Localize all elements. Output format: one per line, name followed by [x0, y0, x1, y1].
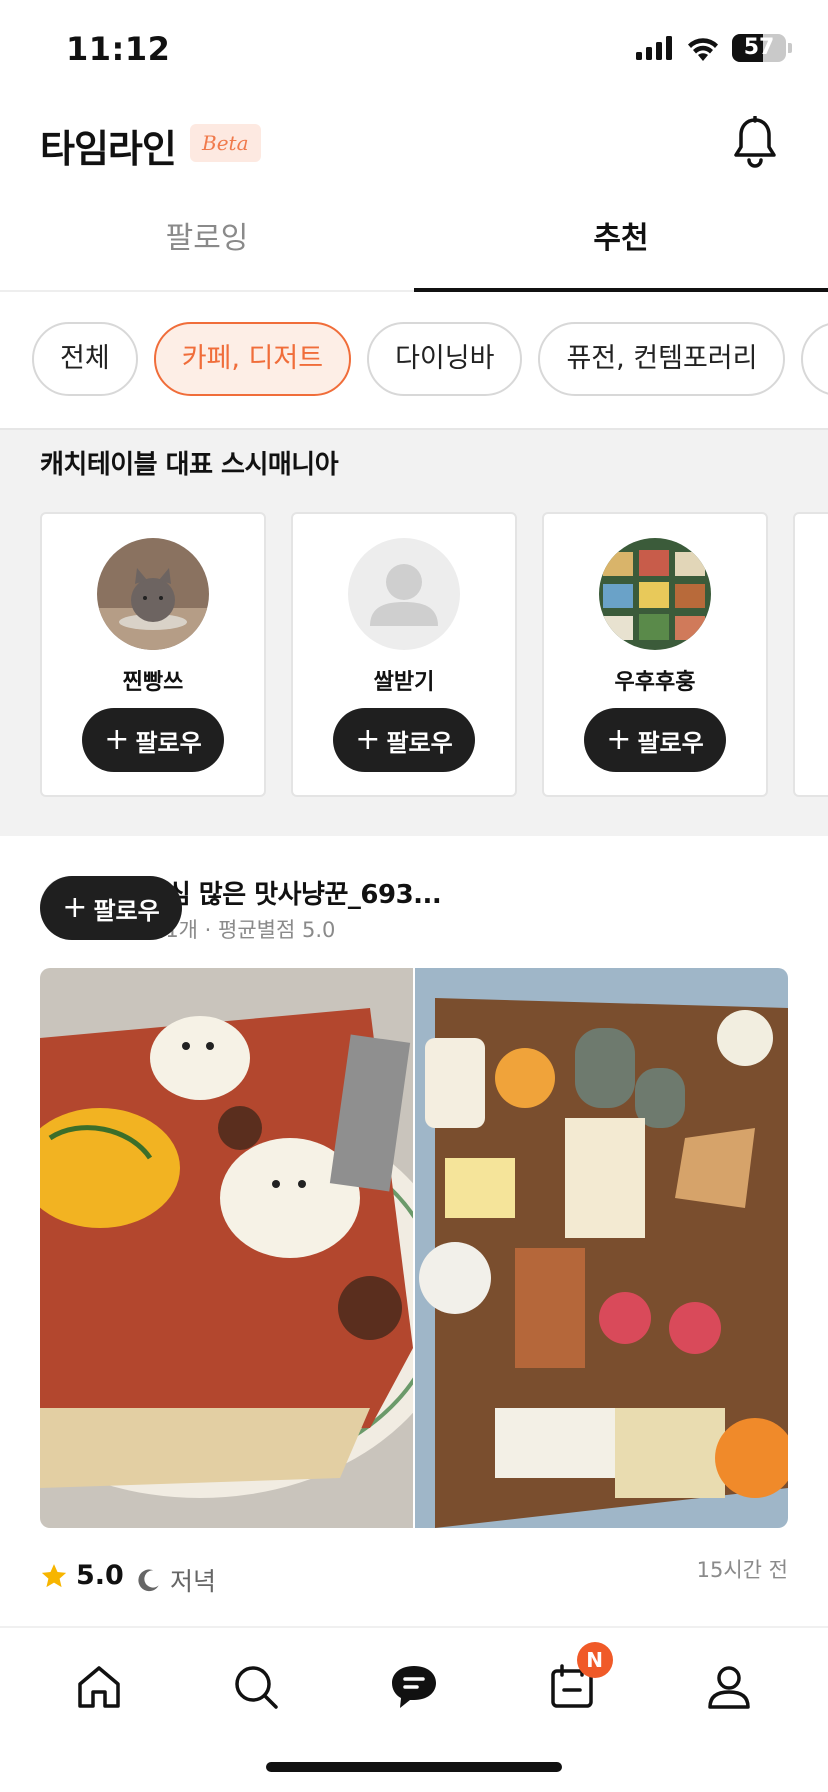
- battery-level: 57: [743, 35, 775, 60]
- plus-icon: +: [104, 722, 130, 757]
- nav-home[interactable]: [64, 1652, 134, 1722]
- follow-label: 팔로우: [93, 896, 160, 925]
- avatar: [348, 538, 460, 650]
- plus-icon: +: [606, 722, 632, 757]
- app-header: 타임라인 Beta: [0, 100, 828, 190]
- nav-timeline[interactable]: [379, 1652, 449, 1722]
- tab-following[interactable]: 팔로잉: [0, 196, 414, 290]
- recommended-users-section: 캐치테이블 대표 스시매니아 찐빵쓰 + 팔로우 쌀받기 + 팔로우 우후후훙 …: [0, 428, 828, 836]
- post-follow-button[interactable]: + 팔로우: [40, 876, 182, 940]
- follow-label: 팔로우: [386, 728, 453, 757]
- section-heading: 캐치테이블 대표 스시매니아: [40, 450, 339, 480]
- wifi-icon: [688, 38, 718, 61]
- post-photos[interactable]: [40, 968, 788, 1528]
- moon-icon: [138, 1569, 159, 1592]
- battery-icon: 57: [732, 34, 786, 62]
- tab-recommended[interactable]: 추천: [414, 196, 828, 292]
- status-icons: 57: [636, 34, 792, 62]
- plus-icon: +: [62, 890, 88, 925]
- search-icon: [235, 1666, 279, 1709]
- nav-items: N: [0, 1642, 828, 1722]
- chip-meat[interactable]: 고기: [801, 322, 828, 396]
- user-card[interactable]: 쌀받기 + 팔로우: [291, 512, 517, 797]
- nav-reservation[interactable]: N: [537, 1642, 613, 1722]
- user-card[interactable]: 찐빵쓰 + 팔로우: [40, 512, 266, 797]
- status-time: 11:12: [66, 30, 171, 68]
- star-icon: [41, 1563, 67, 1587]
- nav-profile[interactable]: [694, 1652, 764, 1722]
- feed-tabs: 팔로잉 추천: [0, 196, 828, 292]
- post-photo[interactable]: [40, 968, 413, 1528]
- post-time-ago: 15시간 전: [696, 1558, 788, 1582]
- user-card[interactable]: 우후후훙 + 팔로우: [542, 512, 768, 797]
- user-card-partial[interactable]: [793, 512, 828, 797]
- chip-dining-bar[interactable]: 다이닝바: [367, 322, 523, 396]
- follow-button[interactable]: + 팔로우: [584, 708, 726, 772]
- profile-icon: [708, 1666, 750, 1709]
- battery-tip: [788, 43, 792, 53]
- chip-all[interactable]: 전체: [32, 322, 138, 396]
- meal-time-label: 저녁: [170, 1567, 217, 1596]
- post-header: 호기심 많은 맛사냥꾼_693... 리뷰 1개 · 평균별점 5.0 + 팔로…: [0, 866, 828, 966]
- page-title: 타임라인: [40, 127, 177, 171]
- follow-label: 팔로우: [135, 728, 202, 757]
- chat-bubble-icon: [391, 1666, 436, 1708]
- user-card-list: 찐빵쓰 + 팔로우 쌀받기 + 팔로우 우후후훙 + 팔로우: [40, 512, 828, 797]
- home-indicator: [266, 1762, 562, 1772]
- beta-badge: Beta: [190, 124, 261, 162]
- avatar: [599, 538, 711, 650]
- user-name: 우후후훙: [614, 670, 696, 695]
- post-footer: 5.0 저녁 15시간 전: [40, 1554, 788, 1604]
- meal-time: 저녁: [136, 1562, 216, 1598]
- follow-button[interactable]: + 팔로우: [82, 708, 224, 772]
- plus-icon: +: [355, 722, 381, 757]
- chip-cafe-dessert[interactable]: 카페, 디저트: [153, 322, 352, 396]
- avatar: [97, 538, 209, 650]
- rating-value: 5.0: [76, 1560, 124, 1591]
- follow-button[interactable]: + 팔로우: [333, 708, 475, 772]
- post-photo[interactable]: [415, 968, 788, 1528]
- new-badge: N: [576, 1642, 613, 1678]
- home-icon: [78, 1666, 120, 1708]
- chip-fusion[interactable]: 퓨전, 컨템포러리: [538, 322, 786, 396]
- notification-bell-icon[interactable]: [732, 116, 778, 168]
- post-rating: 5.0: [40, 1560, 124, 1591]
- timeline-screen: 11:12 57 타임라인 Beta 팔로잉 추천 전체 카페, 디저트 다이닝…: [0, 0, 828, 1792]
- user-name: 찐빵쓰: [122, 670, 184, 695]
- follow-label: 팔로우: [637, 728, 704, 757]
- status-bar: 11:12 57: [0, 0, 828, 100]
- cellular-signal-icon: [636, 36, 672, 60]
- user-name: 쌀받기: [373, 670, 435, 695]
- category-chips: 전체 카페, 디저트 다이닝바 퓨전, 컨템포러리 고기: [32, 322, 828, 396]
- nav-search[interactable]: [221, 1652, 291, 1722]
